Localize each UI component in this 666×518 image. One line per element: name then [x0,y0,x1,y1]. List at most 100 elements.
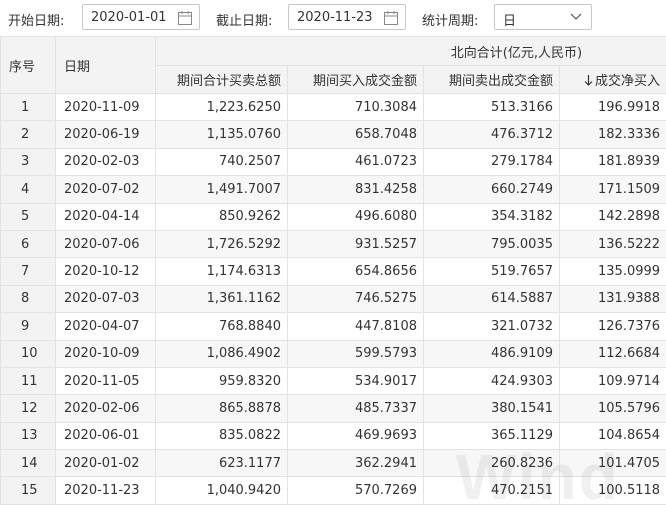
cell-sell: 260.8236 [423,449,560,478]
table-row[interactable]: 2 2020-06-19 1,135.0760 658.7048 476.3712 182… [0,120,666,149]
cell-buy: 746.5275 [287,284,424,314]
cell-buy: 931.5257 [287,229,424,259]
cell-total: 1,135.0760 [155,120,288,149]
period-select[interactable]: 日 [494,4,592,30]
cell-date: 2020-10-09 [55,339,156,368]
cell-date: 2020-07-06 [55,229,156,259]
table-row[interactable]: 8 2020-07-03 1,361.1162 746.5275 614.5887 131… [0,284,666,314]
cell-net: 112.6684 [558,339,666,368]
sort-down-arrow-icon [584,75,593,86]
cell-date: 2020-11-23 [55,476,156,505]
cell-net: 105.5796 [558,394,666,423]
cell-total: 959.8320 [155,366,288,396]
table-row[interactable]: 11 2020-11-05 959.8320 534.9017 424.9303 109.… [0,366,666,396]
cell-total: 1,086.4902 [155,339,288,368]
cell-total: 1,223.6250 [155,92,288,122]
cell-sell: 795.0035 [423,229,560,259]
cell-net: 136.5222 [558,229,666,259]
cell-net: 182.3336 [558,120,666,149]
cell-date: 2020-04-07 [55,312,156,341]
column-header-sell[interactable]: 期间卖出成交金额 [423,65,560,94]
chevron-down-icon [570,13,582,20]
cell-net: 101.4705 [558,449,666,478]
table-row[interactable]: 13 2020-06-01 835.0822 469.9693 365.1129 104.… [0,421,666,451]
cell-buy: 831.4258 [287,175,424,204]
end-date-label: 截止日期: [216,14,273,29]
northbound-flow-table: 序号 日期 北向合计(亿元,人民币) 期间合计买卖总额 期间买入成交金额 期间卖… [0,36,666,505]
cell-net: 142.2898 [558,202,666,231]
cell-sell: 470.2151 [423,476,560,505]
cell-sell: 279.1784 [423,147,560,177]
table-row[interactable]: 5 2020-04-14 850.9262 496.6080 354.3182 142.2… [0,202,666,231]
cell-buy: 710.3084 [287,92,424,122]
cell-date: 2020-02-03 [55,147,156,177]
cell-id: 6 [0,229,56,259]
cell-id: 2 [0,120,56,149]
cell-net: 196.9918 [558,92,666,122]
cell-buy: 496.6080 [287,202,424,231]
cell-net: 126.7376 [558,312,666,341]
cell-net: 181.8939 [558,147,666,177]
end-date-input[interactable]: 2020-11-23 [288,4,406,30]
cell-id: 10 [0,339,56,368]
cell-net: 100.5118 [558,476,666,505]
cell-date: 2020-07-03 [55,284,156,314]
table-row[interactable]: 14 2020-01-02 623.1177 362.2941 260.8236 101.… [0,449,666,478]
cell-buy: 599.5793 [287,339,424,368]
cell-total: 835.0822 [155,421,288,451]
table-row[interactable]: 4 2020-07-02 1,491.7007 831.4258 660.2749 171… [0,175,666,204]
cell-net: 135.0999 [558,257,666,286]
calendar-icon[interactable] [383,10,399,26]
table-row[interactable]: 3 2020-02-03 740.2507 461.0723 279.1784 181.8… [0,147,666,177]
column-header-net[interactable]: 成交净买入 [558,65,666,94]
cell-sell: 424.9303 [423,366,560,396]
group-header-northbound: 北向合计(亿元,人民币) [154,36,666,66]
cell-date: 2020-10-12 [55,257,156,286]
cell-date: 2020-06-01 [55,421,156,451]
cell-buy: 469.9693 [287,421,424,451]
table-row[interactable]: 12 2020-02-06 865.8878 485.7337 380.1541 105.… [0,394,666,423]
cell-total: 1,491.7007 [155,175,288,204]
cell-total: 1,040.9420 [155,476,288,505]
table-row[interactable]: 6 2020-07-06 1,726.5292 931.5257 795.0035 136… [0,229,666,259]
table-row[interactable]: 9 2020-04-07 768.8840 447.8108 321.0732 126.7… [0,312,666,341]
cell-date: 2020-02-06 [55,394,156,423]
cell-sell: 365.1129 [423,421,560,451]
cell-net: 104.8654 [558,421,666,451]
cell-total: 865.8878 [155,394,288,423]
cell-sell: 519.7657 [423,257,560,286]
cell-id: 5 [0,202,56,231]
cell-date: 2020-11-09 [55,92,156,122]
column-header-buy[interactable]: 期间买入成交金额 [287,65,424,94]
cell-net: 171.1509 [558,175,666,204]
end-date-value: 2020-11-23 [297,10,373,25]
calendar-icon[interactable] [177,10,193,26]
cell-id: 9 [0,312,56,341]
cell-buy: 534.9017 [287,366,424,396]
period-label: 统计周期: [422,14,479,29]
column-header-date[interactable]: 日期 [55,36,156,94]
cell-buy: 447.8108 [287,312,424,341]
table-row[interactable]: 1 2020-11-09 1,223.6250 710.3084 513.3166 196… [0,92,666,122]
cell-date: 2020-01-02 [55,449,156,478]
column-header-id[interactable]: 序号 [0,36,56,94]
cell-buy: 461.0723 [287,147,424,177]
table-row[interactable]: 7 2020-10-12 1,174.6313 654.8656 519.7657 135… [0,257,666,286]
cell-id: 7 [0,257,56,286]
cell-id: 15 [0,476,56,505]
cell-sell: 614.5887 [423,284,560,314]
cell-date: 2020-06-19 [55,120,156,149]
table-row[interactable]: 10 2020-10-09 1,086.4902 599.5793 486.9109 11… [0,339,666,368]
cell-date: 2020-11-05 [55,366,156,396]
cell-id: 14 [0,449,56,478]
table-body: 1 2020-11-09 1,223.6250 710.3084 513.3166 196… [0,92,666,505]
cell-total: 768.8840 [155,312,288,341]
table-row[interactable]: 15 2020-11-23 1,040.9420 570.7269 470.2151 10… [0,476,666,505]
cell-total: 1,174.6313 [155,257,288,286]
cell-id: 8 [0,284,56,314]
cell-buy: 485.7337 [287,394,424,423]
start-date-input[interactable]: 2020-01-01 [82,4,200,30]
cell-net: 109.9714 [558,366,666,396]
cell-date: 2020-04-14 [55,202,156,231]
column-header-total[interactable]: 期间合计买卖总额 [155,65,288,94]
